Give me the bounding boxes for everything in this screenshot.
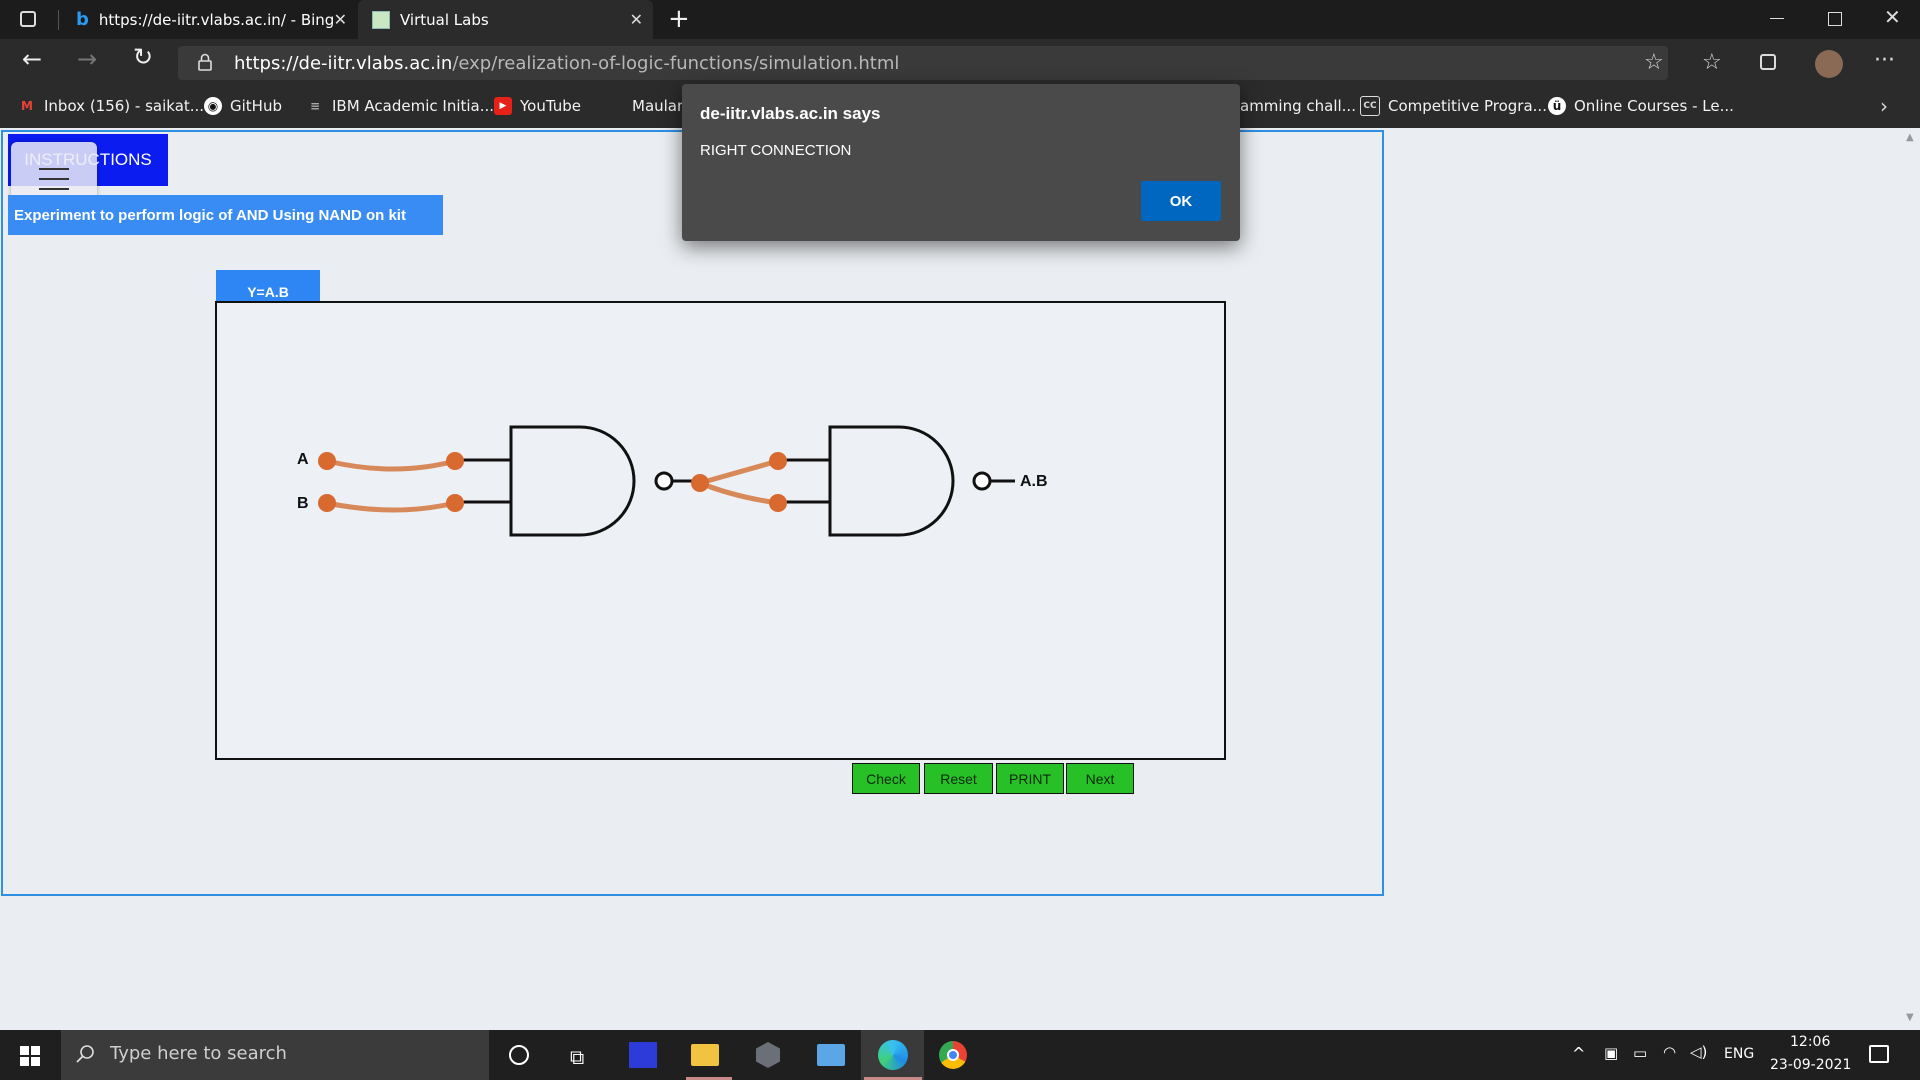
search-icon	[76, 1044, 96, 1064]
github-icon: ◉	[204, 97, 222, 115]
scrollbar[interactable]: ▲ ▼	[1902, 128, 1920, 1030]
language-indicator[interactable]: ENG	[1724, 1046, 1754, 1062]
close-icon[interactable]: ✕	[630, 10, 643, 29]
bing-icon: b	[76, 9, 89, 30]
battery-icon[interactable]: ▭	[1633, 1044, 1647, 1062]
tab-strip: b https://de-iitr.vlabs.ac.in/ - Bing ✕ …	[0, 0, 1920, 39]
print-button[interactable]: PRINT	[996, 763, 1064, 794]
terminal-a[interactable]	[318, 452, 336, 470]
notifications-icon[interactable]	[1869, 1045, 1889, 1063]
app-visual-icon[interactable]	[629, 1042, 657, 1068]
check-button[interactable]: Check	[852, 763, 920, 794]
collections-icon[interactable]	[1760, 54, 1776, 70]
nand-gate-2	[777, 425, 1015, 537]
tab-actions-icon[interactable]	[20, 11, 36, 27]
favorites-icon[interactable]: ☆	[1702, 50, 1722, 75]
vlabs-favicon	[372, 10, 390, 29]
equation-tab[interactable]: Y=A.B	[216, 270, 320, 302]
volume-icon[interactable]: ◁)	[1690, 1043, 1707, 1061]
dialog-message: RIGHT CONNECTION	[700, 142, 852, 159]
forward-icon[interactable]: →	[77, 45, 97, 73]
file-explorer-icon[interactable]	[691, 1044, 719, 1066]
nand-gate-1	[455, 425, 700, 537]
tab-separator	[58, 10, 59, 30]
more-options-icon[interactable]: ···	[1874, 48, 1895, 73]
tab-virtual-labs[interactable]: Virtual Labs ✕	[358, 0, 653, 39]
ok-button[interactable]: OK	[1141, 181, 1221, 221]
chrome-icon[interactable]	[939, 1041, 967, 1069]
wire-gate-link-top[interactable]	[699, 458, 779, 486]
input-b-label: B	[297, 495, 309, 512]
tab-bing[interactable]: b https://de-iitr.vlabs.ac.in/ - Bing ✕	[62, 0, 357, 39]
terminal-gate2-in-b[interactable]	[769, 494, 787, 512]
minimize-icon[interactable]	[1770, 18, 1784, 19]
tab-title: https://de-iitr.vlabs.ac.in/ - Bing	[98, 10, 335, 29]
output-label: A.B	[1020, 473, 1048, 490]
url-path: /exp/realization-of-logic-functions/simu…	[452, 53, 900, 74]
bookmark-label: amming chall...	[1240, 97, 1356, 115]
back-icon[interactable]: ←	[22, 45, 42, 73]
tray-overflow-icon[interactable]: ^	[1572, 1044, 1585, 1063]
dialog-title: de-iitr.vlabs.ac.in says	[700, 104, 881, 123]
terminal-gate1-in-a[interactable]	[446, 452, 464, 470]
input-a-label: A	[297, 451, 309, 468]
chevron-right-icon[interactable]: ›	[1880, 94, 1888, 118]
bookmark-ibm[interactable]: ≡ IBM Academic Initia...	[306, 94, 494, 118]
bookmark-competitive[interactable]: CC Competitive Progra...	[1360, 94, 1547, 118]
url-text[interactable]: https://de-iitr.vlabs.ac.in/exp/realizat…	[234, 53, 899, 74]
bookmark-label: Maulan	[632, 97, 687, 115]
wire-b[interactable]	[326, 500, 456, 513]
bookmark-github[interactable]: ◉ GitHub	[204, 94, 282, 118]
next-button[interactable]: Next	[1066, 763, 1134, 794]
terminal-b[interactable]	[318, 494, 336, 512]
clock-date[interactable]: 23-09-2021	[1770, 1057, 1851, 1073]
bookmark-online-courses[interactable]: ü Online Courses - Le...	[1548, 94, 1734, 118]
clock-time[interactable]: 12:06	[1790, 1034, 1830, 1050]
lock-icon[interactable]	[198, 53, 212, 71]
terminal-gate1-out[interactable]	[691, 474, 709, 492]
experiment-title: Experiment to perform logic of AND Using…	[8, 195, 443, 235]
terminal-gate1-in-b[interactable]	[446, 494, 464, 512]
ibm-icon: ≡	[309, 99, 321, 113]
meet-now-icon[interactable]: ▣	[1604, 1044, 1618, 1062]
gmail-icon: M	[21, 99, 33, 113]
windows-start-icon[interactable]	[20, 1046, 40, 1066]
youtube-icon: ▶	[494, 97, 512, 115]
outlook-icon[interactable]	[817, 1044, 845, 1066]
bookmark-label: IBM Academic Initia...	[332, 97, 495, 115]
wire-gate-link-bottom[interactable]	[699, 480, 779, 506]
close-window-icon[interactable]: ✕	[1884, 5, 1901, 29]
bookmark-label: Competitive Progra...	[1388, 97, 1547, 115]
restore-icon[interactable]	[1828, 12, 1842, 26]
bookmark-label: GitHub	[230, 97, 282, 115]
udemy-icon: ü	[1548, 97, 1566, 115]
scroll-down-icon[interactable]: ▼	[1906, 1012, 1914, 1023]
wifi-icon[interactable]: ◠	[1663, 1043, 1676, 1061]
terminal-gate2-in-a[interactable]	[769, 452, 787, 470]
scroll-up-icon[interactable]: ▲	[1906, 132, 1914, 143]
bookmark-maulan[interactable]: Maulan	[632, 94, 687, 118]
reset-button[interactable]: Reset	[924, 763, 993, 794]
circuit-diagram: A B A.B	[297, 425, 1048, 537]
bookmark-gmail[interactable]: M Inbox (156) - saikat...	[18, 94, 204, 118]
refresh-icon[interactable]: ↻	[133, 43, 153, 71]
profile-avatar[interactable]	[1815, 50, 1843, 78]
wire-a[interactable]	[326, 458, 456, 472]
add-favorite-icon[interactable]: ☆	[1644, 50, 1664, 75]
new-tab-button[interactable]: +	[668, 4, 690, 34]
url-host: https://de-iitr.vlabs.ac.in	[234, 53, 453, 74]
bookmark-label: Online Courses - Le...	[1574, 97, 1734, 115]
edge-icon[interactable]	[878, 1040, 908, 1070]
close-icon[interactable]: ✕	[334, 10, 347, 29]
cc-icon: CC	[1360, 96, 1380, 116]
tab-title: Virtual Labs	[400, 10, 489, 29]
bookmark-label: YouTube	[520, 97, 581, 115]
bookmark-label: Inbox (156) - saikat...	[44, 97, 205, 115]
cortana-icon[interactable]	[509, 1045, 529, 1065]
bookmark-programming[interactable]: amming chall...	[1240, 94, 1356, 118]
taskbar-search-placeholder: Type here to search	[110, 1043, 287, 1064]
bookmark-youtube[interactable]: ▶ YouTube	[494, 94, 581, 118]
task-view-icon[interactable]: ⧉	[570, 1045, 584, 1069]
